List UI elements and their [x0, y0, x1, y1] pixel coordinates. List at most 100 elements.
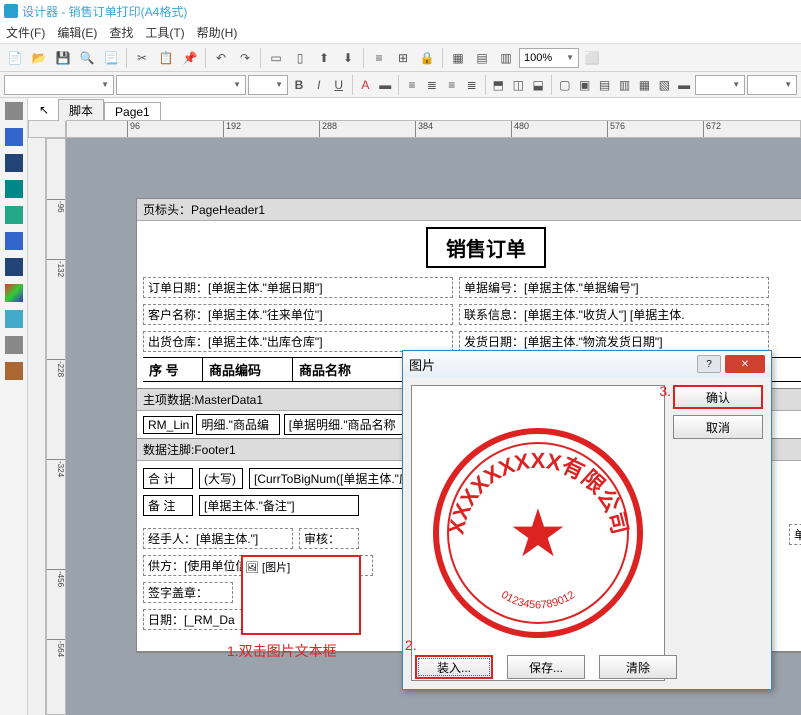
grid3-icon[interactable]: ▥ [495, 47, 517, 69]
borderstyle-combo[interactable]: ▼ [747, 75, 797, 95]
menu-tools[interactable]: 工具(T) [145, 24, 184, 41]
cell-remark-value[interactable]: [单据主体."备注"] [199, 495, 359, 516]
cell-lineno[interactable]: RM_Lin [143, 416, 193, 434]
align-icon[interactable]: ≡ [368, 47, 390, 69]
palette-barcode-icon[interactable] [5, 362, 23, 380]
border1-icon[interactable]: ▢ [556, 74, 574, 96]
preview-icon[interactable]: 🔍 [76, 47, 98, 69]
font-combo[interactable]: ▼ [116, 75, 246, 95]
clear-button[interactable]: 清除 [599, 655, 677, 679]
valign-top-icon[interactable]: ⬒ [489, 74, 507, 96]
redo-icon[interactable]: ↷ [234, 47, 256, 69]
open-icon[interactable]: 📂 [28, 47, 50, 69]
grid2-icon[interactable]: ▤ [471, 47, 493, 69]
cell-name[interactable]: [单据明细."商品名称 [284, 414, 414, 435]
cancel-button[interactable]: 取消 [673, 415, 763, 439]
align-left-icon[interactable]: ≡ [403, 74, 421, 96]
load-button[interactable]: 装入... [415, 655, 493, 679]
image-preview: ★ XXXXXXXXX有限公司 0123456789012 [411, 385, 665, 681]
valign-mid-icon[interactable]: ◫ [509, 74, 527, 96]
field-warehouse[interactable]: 出货仓库：[单据主体."出库仓库"] [143, 331, 453, 352]
menu-find[interactable]: 查找 [109, 24, 133, 41]
palette-shape-icon[interactable] [5, 206, 23, 224]
border3-icon[interactable]: ▤ [596, 74, 614, 96]
report-title[interactable]: 销售订单 [426, 227, 546, 268]
underline-icon[interactable]: U [330, 74, 348, 96]
field-customer[interactable]: 客户名称：[单据主体."往来单位"] [143, 304, 453, 325]
tab-page1[interactable]: Page1 [104, 102, 161, 121]
cell-remark-label[interactable]: 备 注 [143, 495, 193, 516]
borderwidth-combo[interactable]: ▼ [695, 75, 745, 95]
dialog-title: 图片 [409, 355, 435, 374]
palette-db-icon[interactable] [5, 180, 23, 198]
palette-dots-icon[interactable] [5, 102, 23, 120]
align2-icon[interactable]: ⊞ [392, 47, 414, 69]
field-shipdate[interactable]: 发货日期：[单据主体."物流发货日期"] [459, 331, 769, 352]
component-palette [0, 98, 28, 715]
page-icon[interactable]: 📃 [100, 47, 122, 69]
toolbar-format: ▼ ▼ ▼ B I U A ▬ ≡ ≣ ≡ ≣ ⬒ ◫ ⬓ ▢ ▣ ▤ ▥ ▦ … [0, 72, 801, 98]
titlebar: 设计器 - 销售订单打印(A4格式) [0, 0, 801, 22]
close-icon[interactable]: ✕ [725, 355, 765, 373]
ok-button[interactable]: 确认 [673, 385, 763, 409]
border5-icon[interactable]: ▦ [635, 74, 653, 96]
border2-icon[interactable]: ▣ [576, 74, 594, 96]
cell-handler[interactable]: 经手人：[单据主体."] [143, 528, 293, 549]
italic-icon[interactable]: I [310, 74, 328, 96]
align-right-icon[interactable]: ≡ [443, 74, 461, 96]
align-just-icon[interactable]: ≣ [463, 74, 481, 96]
menu-file[interactable]: 文件(F) [6, 24, 45, 41]
cell-signstamp[interactable]: 签字盖章： [143, 582, 233, 603]
valign-bot-icon[interactable]: ⬓ [529, 74, 547, 96]
cell-bigwrite-label[interactable]: (大写) [199, 468, 243, 489]
cell-code[interactable]: 明细."商品编 [196, 414, 280, 435]
menu-edit[interactable]: 编辑(E) [57, 24, 97, 41]
vertical-ruler: -96 -132 -228 -324 -456 -564 [46, 138, 66, 715]
group-icon[interactable]: ▭ [265, 47, 287, 69]
grid1-icon[interactable]: ▦ [447, 47, 469, 69]
pointer-tool-icon[interactable]: ↖ [34, 100, 54, 120]
bold-icon[interactable]: B [290, 74, 308, 96]
tab-script[interactable]: 脚本 [58, 99, 104, 121]
back-icon[interactable]: ⬇ [337, 47, 359, 69]
cell-audit[interactable]: 审核： [299, 528, 359, 549]
save-button[interactable]: 保存... [507, 655, 585, 679]
palette-lines-icon[interactable] [5, 336, 23, 354]
help-icon[interactable]: ? [697, 355, 721, 373]
image-placeholder[interactable]: 🖼 [图片] [241, 555, 361, 635]
border4-icon[interactable]: ▥ [616, 74, 634, 96]
fillcolor-icon[interactable]: ▬ [376, 74, 394, 96]
new-icon[interactable]: 📄 [4, 47, 26, 69]
lock-icon[interactable]: 🔒 [416, 47, 438, 69]
menu-help[interactable]: 帮助(H) [197, 24, 238, 41]
field-contact[interactable]: 联系信息：[单据主体."收货人"] [单据主体. [459, 304, 769, 325]
palette-image-icon[interactable] [5, 258, 23, 276]
band-pageheader-label[interactable]: 页标头：PageHeader1 [137, 199, 801, 221]
bordercolor-icon[interactable]: ▬ [675, 74, 693, 96]
palette-calc-icon[interactable] [5, 154, 23, 172]
style-combo[interactable]: ▼ [4, 75, 114, 95]
cut-icon[interactable]: ✂ [131, 47, 153, 69]
align-center-icon[interactable]: ≣ [423, 74, 441, 96]
size-combo[interactable]: ▼ [248, 75, 288, 95]
save-icon[interactable]: 💾 [52, 47, 74, 69]
copy-icon[interactable]: 📋 [155, 47, 177, 69]
undo-icon[interactable]: ↶ [210, 47, 232, 69]
front-icon[interactable]: ⬆ [313, 47, 335, 69]
dialog-titlebar[interactable]: 图片 ? ✕ [403, 351, 771, 377]
border6-icon[interactable]: ▧ [655, 74, 673, 96]
cell-total-label[interactable]: 合 计 [143, 468, 193, 489]
palette-code-icon[interactable] [5, 310, 23, 328]
paste-icon[interactable]: 📌 [179, 47, 201, 69]
field-order-no[interactable]: 单据编号：[单据主体."单据编号"] [459, 277, 769, 298]
palette-band-icon[interactable] [5, 232, 23, 250]
fontcolor-icon[interactable]: A [356, 74, 374, 96]
field-order-date[interactable]: 订单日期：[单据主体."单据日期"] [143, 277, 453, 298]
palette-text-icon[interactable] [5, 128, 23, 146]
zoom-combo[interactable]: 100%▼ [519, 48, 579, 68]
cell-unit-day[interactable]: 单日 [789, 524, 801, 545]
theme-icon[interactable]: ⬜ [581, 47, 603, 69]
palette-chart-icon[interactable] [5, 284, 23, 302]
ungroup-icon[interactable]: ▯ [289, 47, 311, 69]
svg-text:0123456789012: 0123456789012 [499, 589, 577, 611]
